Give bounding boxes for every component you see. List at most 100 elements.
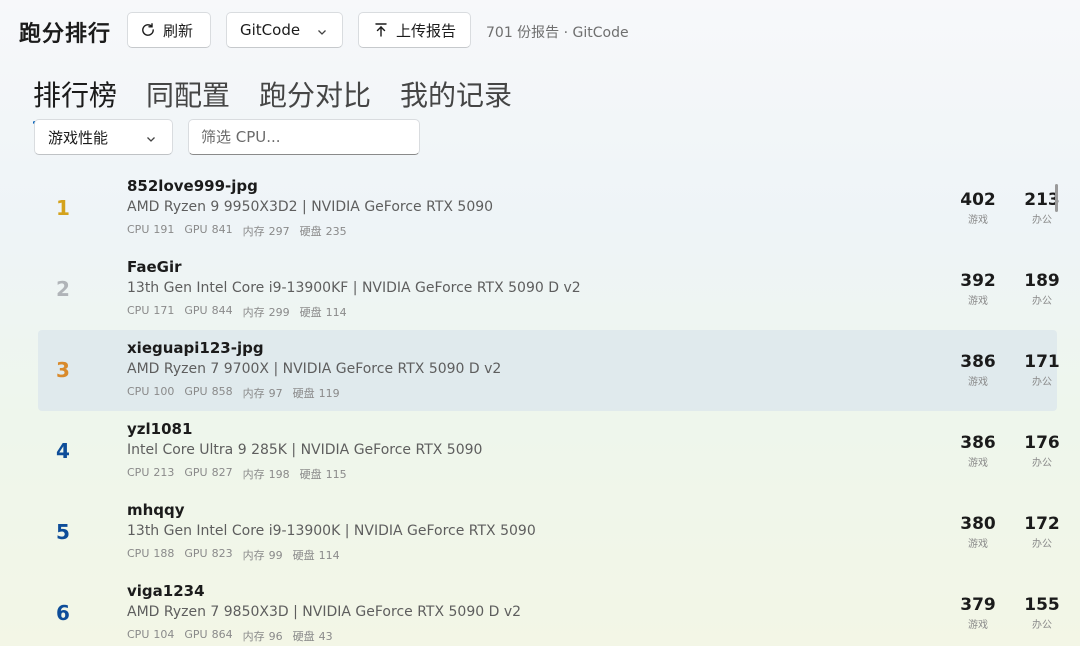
score-summary: 386 游戏 171 办公 xyxy=(953,352,1060,392)
cpu-label: CPU xyxy=(127,466,150,479)
cpu-score: 100 xyxy=(153,385,175,398)
score-summary: 386 游戏 176 办公 xyxy=(953,433,1060,473)
game-score-label: 游戏 xyxy=(968,296,988,307)
hardware-spec: 13th Gen Intel Core i9-13900K | NVIDIA G… xyxy=(127,523,536,539)
cpu-label: CPU xyxy=(127,628,150,641)
sub-scores: CPU 191 GPU 841 内存 297 硬盘 235 xyxy=(127,223,357,239)
game-score-label: 游戏 xyxy=(968,215,988,226)
toolbar: 跑分排行 刷新 GitCode 上传报告 701 份报告 · GitCode xyxy=(0,0,1080,62)
hardware-spec: Intel Core Ultra 9 285K | NVIDIA GeForce… xyxy=(127,442,483,458)
hardware-spec: AMD Ryzen 9 9950X3D2 | NVIDIA GeForce RT… xyxy=(127,199,494,215)
disk-label: 硬盘 xyxy=(292,549,315,562)
tab-same-config[interactable]: 同配置 xyxy=(146,74,230,124)
gpu-score: 827 xyxy=(211,466,233,479)
score-summary: 379 游戏 155 办公 xyxy=(953,595,1060,635)
sub-scores: CPU 213 GPU 827 内存 198 硬盘 115 xyxy=(127,466,357,482)
sub-scores: CPU 104 GPU 864 内存 96 硬盘 43 xyxy=(127,628,343,644)
sub-scores: CPU 171 GPU 844 内存 299 硬盘 114 xyxy=(127,304,357,320)
leaderboard-row[interactable]: 2 FaeGir 13th Gen Intel Core i9-13900KF … xyxy=(38,249,1060,330)
refresh-button[interactable]: 刷新 xyxy=(127,12,211,48)
disk-score: 114 xyxy=(318,549,340,562)
rank-number: 4 xyxy=(56,439,70,463)
game-score: 402 xyxy=(960,190,996,210)
rank-number: 3 xyxy=(56,358,70,382)
gpu-label: GPU xyxy=(184,547,208,560)
rank-number: 6 xyxy=(56,601,70,625)
office-score-label: 办公 xyxy=(1032,377,1052,388)
score-summary: 392 游戏 189 办公 xyxy=(953,271,1060,311)
memory-label: 内存 xyxy=(242,630,265,643)
tab-compare[interactable]: 跑分对比 xyxy=(259,74,371,124)
tab-my-records[interactable]: 我的记录 xyxy=(400,74,512,124)
office-score-label: 办公 xyxy=(1032,539,1052,550)
score-summary: 402 游戏 213 办公 xyxy=(953,190,1060,230)
hardware-spec: AMD Ryzen 7 9850X3D | NVIDIA GeForce RTX… xyxy=(127,604,522,620)
office-score-label: 办公 xyxy=(1032,620,1052,631)
user-name: viga1234 xyxy=(127,582,205,600)
hardware-spec: AMD Ryzen 7 9700X | NVIDIA GeForce RTX 5… xyxy=(127,361,502,377)
game-score: 380 xyxy=(960,514,996,534)
chevron-down-icon xyxy=(145,131,157,149)
leaderboard-row[interactable]: 4 yzl1081 Intel Core Ultra 9 285K | NVID… xyxy=(38,411,1060,492)
office-score: 155 xyxy=(1024,595,1060,615)
office-score: 189 xyxy=(1024,271,1060,291)
upload-report-label: 上传报告 xyxy=(396,21,457,40)
gpu-label: GPU xyxy=(184,628,208,641)
rank-number: 5 xyxy=(56,520,70,544)
page-title: 跑分排行 xyxy=(19,22,112,47)
user-name: yzl1081 xyxy=(127,420,193,438)
disk-label: 硬盘 xyxy=(299,306,322,319)
hardware-spec: 13th Gen Intel Core i9-13900KF | NVIDIA … xyxy=(127,280,581,296)
category-select[interactable]: 游戏性能 xyxy=(34,119,173,155)
memory-score: 297 xyxy=(268,225,290,238)
cpu-score: 171 xyxy=(153,304,175,317)
source-select[interactable]: GitCode xyxy=(226,12,343,48)
leaderboard-row[interactable]: 3 xieguapi123-jpg AMD Ryzen 7 9700X | NV… xyxy=(38,330,1060,411)
user-name: 852love999-jpg xyxy=(127,177,258,195)
cpu-filter-input[interactable] xyxy=(188,119,420,155)
upload-report-button[interactable]: 上传报告 xyxy=(358,12,471,48)
rank-number: 1 xyxy=(56,196,70,220)
refresh-label: 刷新 xyxy=(163,21,194,40)
leaderboard-row[interactable]: 1 852love999-jpg AMD Ryzen 9 9950X3D2 | … xyxy=(38,168,1060,249)
user-name: xieguapi123-jpg xyxy=(127,339,264,357)
office-score-label: 办公 xyxy=(1032,215,1052,226)
user-name: mhqqy xyxy=(127,501,185,519)
gpu-label: GPU xyxy=(184,385,208,398)
sub-scores: CPU 100 GPU 858 内存 97 硬盘 119 xyxy=(127,385,350,401)
gpu-score: 864 xyxy=(211,628,233,641)
user-name: FaeGir xyxy=(127,258,182,276)
office-score: 172 xyxy=(1024,514,1060,534)
memory-score: 97 xyxy=(268,387,283,400)
game-score-label: 游戏 xyxy=(968,539,988,550)
list-scrollbar[interactable] xyxy=(1055,184,1058,212)
rank-number: 2 xyxy=(56,277,70,301)
game-score-label: 游戏 xyxy=(968,620,988,631)
tab-leaderboard[interactable]: 排行榜 xyxy=(33,74,118,124)
disk-score: 114 xyxy=(325,306,347,319)
gpu-label: GPU xyxy=(184,466,208,479)
cpu-label: CPU xyxy=(127,223,150,236)
office-score-label: 办公 xyxy=(1032,458,1052,469)
gpu-score: 841 xyxy=(211,223,233,236)
memory-label: 内存 xyxy=(242,549,265,562)
disk-score: 119 xyxy=(318,387,340,400)
upload-icon xyxy=(373,22,389,38)
gpu-label: GPU xyxy=(184,304,208,317)
office-score-label: 办公 xyxy=(1032,296,1052,307)
sub-scores: CPU 188 GPU 823 内存 99 硬盘 114 xyxy=(127,547,350,563)
category-select-value: 游戏性能 xyxy=(48,128,109,147)
cpu-score: 104 xyxy=(153,628,175,641)
memory-score: 198 xyxy=(268,468,290,481)
game-score-label: 游戏 xyxy=(968,377,988,388)
disk-score: 43 xyxy=(318,630,333,643)
cpu-label: CPU xyxy=(127,385,150,398)
disk-score: 235 xyxy=(325,225,347,238)
leaderboard-row[interactable]: 5 mhqqy 13th Gen Intel Core i9-13900K | … xyxy=(38,492,1060,573)
leaderboard-row[interactable]: 6 viga1234 AMD Ryzen 7 9850X3D | NVIDIA … xyxy=(38,573,1060,646)
cpu-score: 188 xyxy=(153,547,175,560)
office-score: 176 xyxy=(1024,433,1060,453)
disk-score: 115 xyxy=(325,468,347,481)
memory-label: 内存 xyxy=(242,468,265,481)
gpu-score: 844 xyxy=(211,304,233,317)
